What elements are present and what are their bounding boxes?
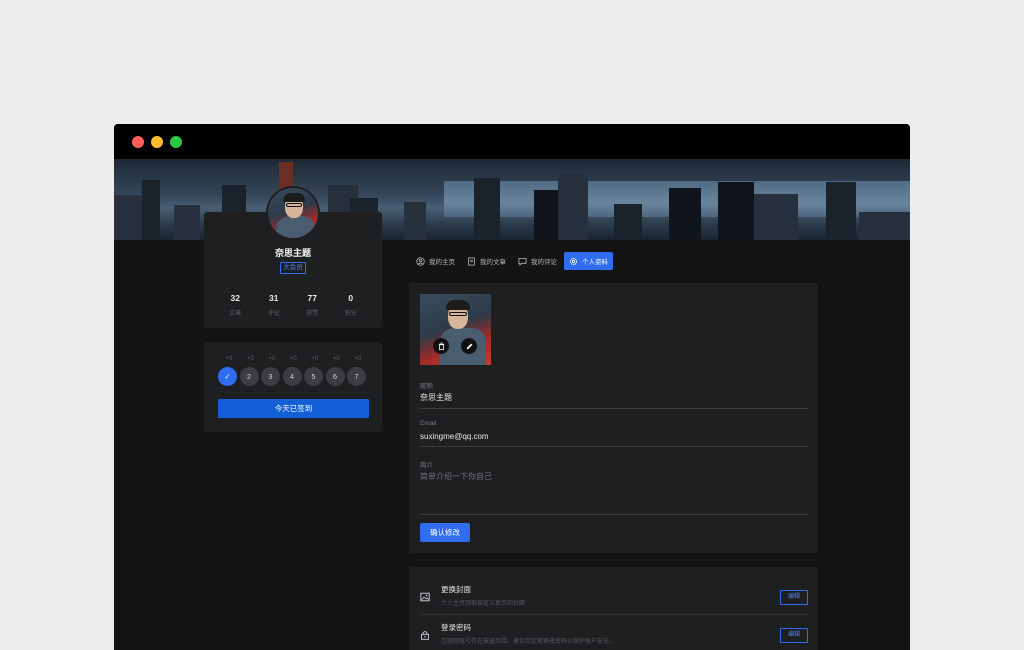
trash-icon[interactable]	[433, 338, 449, 354]
edit-cover-button[interactable]: 编辑	[780, 590, 808, 605]
setting-desc: 个人主页顶部自定义显示的封面	[441, 601, 526, 607]
stat-likes[interactable]: 77 获赞	[298, 293, 326, 317]
checkin-button[interactable]: 今天已签到	[218, 399, 369, 418]
banner-building	[558, 174, 588, 240]
banner-building	[826, 182, 856, 240]
banner-building	[404, 202, 426, 240]
avatar-upload[interactable]	[420, 294, 491, 365]
email-label: Email	[420, 420, 437, 427]
checkin-day-6: 6	[325, 367, 345, 386]
banner-building	[754, 194, 798, 240]
checkin-day-7: 7	[347, 367, 366, 386]
edit-password-button[interactable]: 编辑	[780, 628, 808, 643]
submit-button[interactable]: 确认修改	[420, 523, 470, 542]
document-icon	[468, 256, 475, 266]
avatar[interactable]	[266, 186, 320, 240]
checkin-day-2: 2	[239, 367, 259, 386]
tab-comments[interactable]: 我的评论	[513, 252, 562, 270]
setting-title: 登录密码	[441, 623, 471, 632]
image-icon	[420, 592, 430, 602]
banner-building	[114, 195, 144, 240]
banner-building	[718, 182, 754, 240]
tab-label: 我的主页	[429, 259, 455, 266]
gear-icon	[569, 257, 578, 265]
stat-posts[interactable]: 32 文章	[221, 293, 249, 317]
settings-divider	[420, 614, 808, 615]
profile-tabs: 我的主页 我的文章 我的评论 个人资料	[411, 252, 613, 270]
tab-home[interactable]: 我的主页	[411, 252, 460, 270]
setting-title: 更换封面	[441, 585, 471, 594]
banner-building	[474, 178, 500, 240]
bio-label: 简介	[420, 462, 433, 469]
checkin-day-5: 5	[304, 367, 323, 386]
banner-building	[534, 190, 558, 240]
profile-stats: 32 文章 31 评论 77 获赞 0 积分	[204, 293, 382, 317]
checkin-days: ✓ 2 3 4 5 6 7	[218, 367, 366, 386]
tab-posts[interactable]: 我的文章	[462, 252, 511, 270]
nickname-label: 昵称	[420, 383, 433, 390]
user-circle-icon	[416, 256, 425, 266]
tab-label: 我的评论	[531, 259, 557, 266]
email-field[interactable]: suxingme@qq.com	[420, 432, 808, 447]
checkin-day-4: 4	[282, 367, 302, 386]
banner-building	[142, 180, 160, 240]
banner-building	[669, 188, 701, 240]
vip-badge: 大会员	[280, 262, 306, 274]
nickname-field[interactable]: 奈思主题	[420, 392, 808, 409]
banner-building	[859, 212, 910, 240]
tab-profile[interactable]: 个人资料	[564, 252, 613, 270]
maximize-window-dot[interactable]	[170, 135, 182, 148]
stat-points[interactable]: 0 积分	[337, 293, 365, 317]
checkin-bonus: +0	[246, 356, 254, 362]
bio-textarea[interactable]: 简单介绍一下你自己	[420, 471, 808, 515]
minimize-window-dot[interactable]	[151, 135, 163, 148]
banner-building	[614, 204, 642, 240]
setting-desc: 互联网账号存在被盗风险，建议您定期更改密码以保护账户安全。	[441, 639, 616, 645]
checkin-day-1-check-icon: ✓	[218, 367, 237, 386]
tab-label: 我的文章	[480, 259, 506, 266]
banner-building	[174, 205, 200, 240]
checkin-bonus: +0	[268, 356, 276, 362]
window-titlebar	[114, 124, 910, 159]
pencil-icon[interactable]	[461, 338, 477, 354]
tab-label: 个人资料	[582, 259, 608, 266]
setting-password: 登录密码 互联网账号存在被盗风险，建议您定期更改密码以保护账户安全。 编辑	[420, 616, 808, 650]
setting-cover: 更换封面 个人主页顶部自定义显示的封面 编辑	[420, 578, 808, 614]
comment-icon	[518, 257, 527, 266]
checkin-bonus-row: +0 +0 +0 +0 +0 +0 +0	[218, 356, 369, 362]
checkin-bonus: +0	[289, 356, 297, 362]
checkin-bonus: +0	[332, 356, 340, 362]
stat-comments[interactable]: 31 评论	[260, 293, 288, 317]
lock-icon	[421, 631, 429, 640]
checkin-day-3: 3	[261, 367, 280, 386]
checkin-bonus: +0	[311, 356, 319, 362]
close-window-dot[interactable]	[132, 135, 144, 148]
profile-username: 奈思主题	[274, 248, 311, 258]
checkin-bonus: +0	[354, 356, 362, 362]
checkin-bonus: +0	[225, 356, 233, 362]
